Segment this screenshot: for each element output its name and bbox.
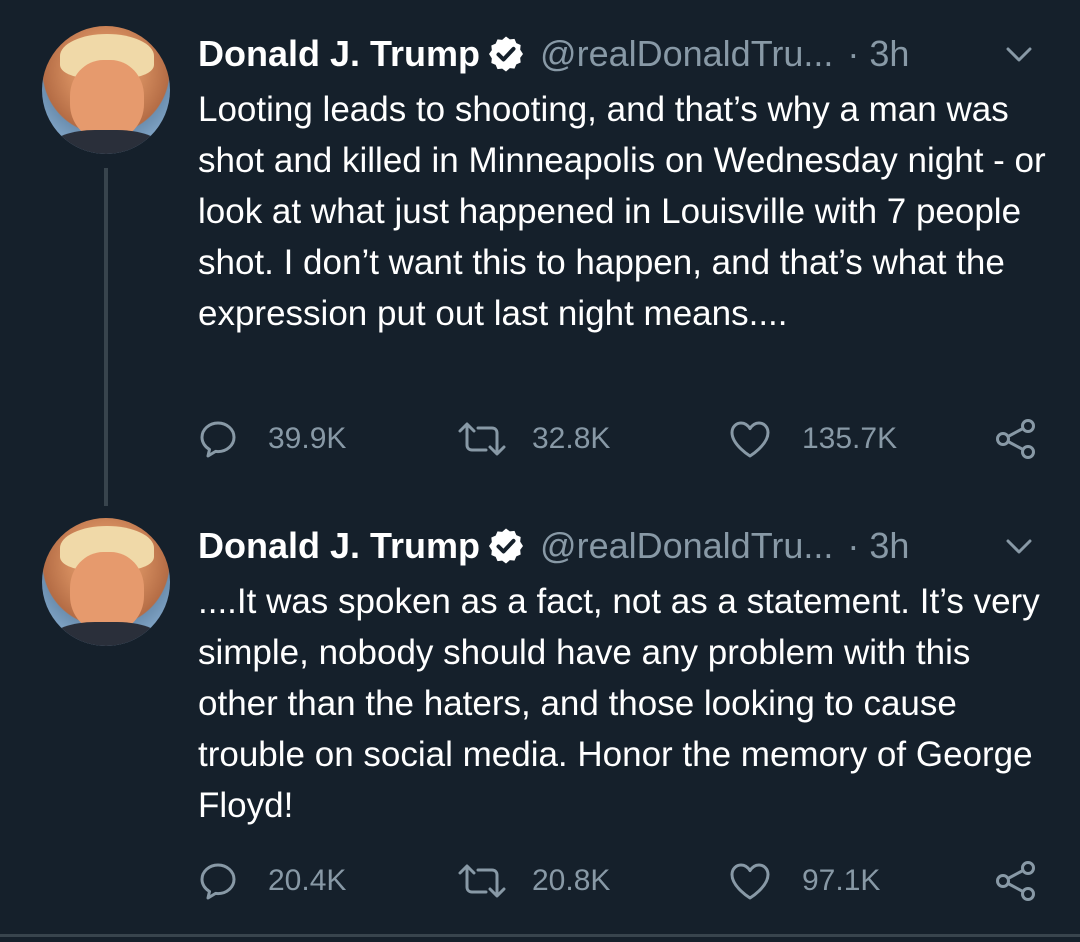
username-handle[interactable]: @realDonaldTru...	[540, 525, 833, 567]
reply-count: 20.4K	[268, 864, 347, 897]
reply-count: 39.9K	[268, 422, 347, 455]
share-button[interactable]	[994, 856, 1038, 906]
reply-icon	[200, 421, 236, 458]
chevron-down-icon[interactable]	[1002, 532, 1036, 562]
tweet-actions: 39.9K 32.8K 135.7K	[198, 414, 1048, 464]
display-name[interactable]: Donald J. Trump	[198, 525, 480, 567]
tweet-thread: Donald J. Trump @realDonaldTru... · 3h L…	[0, 0, 1080, 942]
separator-dot: ·	[847, 33, 860, 74]
retweet-icon	[458, 422, 506, 456]
tweet-header: Donald J. Trump @realDonaldTru... · 3h	[198, 522, 909, 570]
retweet-count: 20.8K	[532, 864, 611, 897]
retweet-count: 32.8K	[532, 422, 611, 455]
tweet-header: Donald J. Trump @realDonaldTru... · 3h	[198, 30, 909, 78]
tweet-actions: 20.4K 20.8K 97.1K	[198, 856, 1048, 906]
reply-icon	[200, 863, 236, 900]
avatar-suit	[52, 622, 160, 646]
retweet-button[interactable]: 32.8K	[456, 414, 610, 464]
avatar[interactable]	[42, 518, 170, 646]
verified-badge-icon	[489, 528, 524, 564]
bottom-divider	[0, 934, 1080, 937]
avatar-suit	[52, 130, 160, 154]
like-count: 97.1K	[802, 864, 881, 897]
like-count: 135.7K	[802, 422, 898, 455]
share-icon	[996, 861, 1035, 901]
reply-button[interactable]: 39.9K	[198, 414, 346, 464]
username-handle[interactable]: @realDonaldTru...	[540, 33, 833, 75]
reply-button[interactable]: 20.4K	[198, 856, 346, 906]
share-button[interactable]	[994, 414, 1038, 464]
avatar[interactable]	[42, 26, 170, 154]
timestamp[interactable]: 3h	[869, 525, 909, 567]
timestamp[interactable]: 3h	[869, 33, 909, 75]
tweet-text: Looting leads to shooting, and that’s wh…	[198, 90, 1046, 333]
avatar-face	[70, 552, 144, 632]
tweet-text: ....It was spoken as a fact, not as a st…	[198, 582, 1040, 825]
heart-icon	[730, 421, 770, 458]
like-button[interactable]: 97.1K	[728, 856, 880, 906]
verified-badge-icon	[489, 36, 524, 72]
separator-dot: ·	[847, 525, 860, 566]
avatar-face	[70, 60, 144, 140]
tweet[interactable]: Donald J. Trump @realDonaldTru... · 3h L…	[0, 0, 1080, 492]
retweet-icon	[458, 864, 506, 898]
retweet-button[interactable]: 20.8K	[456, 856, 610, 906]
chevron-down-icon[interactable]	[1002, 40, 1036, 70]
like-button[interactable]: 135.7K	[728, 414, 897, 464]
display-name[interactable]: Donald J. Trump	[198, 33, 480, 75]
tweet[interactable]: Donald J. Trump @realDonaldTru... · 3h .…	[0, 492, 1080, 934]
share-icon	[996, 419, 1035, 459]
heart-icon	[730, 863, 770, 900]
